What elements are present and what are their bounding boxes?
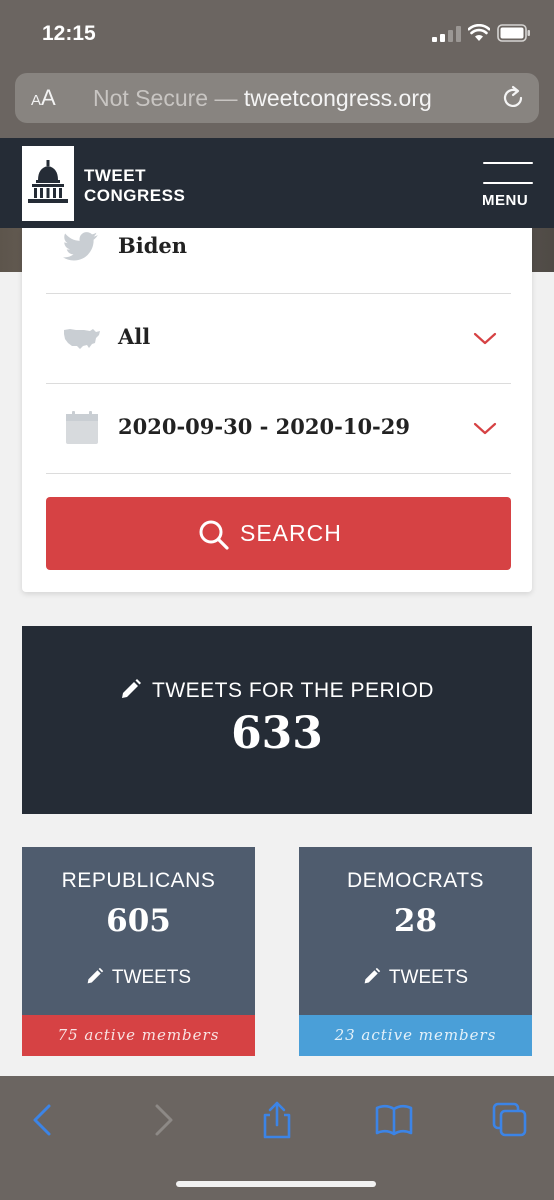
logo-line-1: TWEET (84, 166, 146, 185)
total-tweets-panel: TWEETS FOR THE PERIOD 633 (22, 626, 532, 814)
party-tweets-label: TWEETS (22, 967, 255, 989)
party-name: DEMOCRATS (346, 869, 485, 892)
chevron-down-icon (473, 422, 497, 435)
forward-icon[interactable] (142, 1100, 182, 1140)
keyword-row[interactable]: Biden (46, 228, 511, 294)
back-icon[interactable] (24, 1100, 64, 1140)
region-value: All (118, 324, 151, 349)
capitol-logo[interactable] (22, 146, 74, 221)
party-tweet-count: 605 (106, 903, 171, 939)
total-tweets-label: TWEETS FOR THE PERIOD (152, 679, 434, 702)
cellular-signal-icon (432, 26, 461, 42)
search-button[interactable]: SEARCH (46, 497, 511, 570)
reload-icon[interactable] (500, 85, 526, 111)
address-bar[interactable]: AA Not Secure — tweetcongress.org (15, 73, 539, 123)
tweets-label-text: TWEETS (388, 967, 469, 988)
search-card: Biden All 2020-09-30 - 2020-10-29 SEARCH (22, 228, 532, 592)
text-size-button[interactable]: AA (31, 85, 56, 111)
party-tweets-label: TWEETS (299, 967, 532, 989)
share-icon[interactable] (257, 1100, 297, 1140)
search-icon (199, 520, 229, 550)
pencil-icon (364, 967, 381, 984)
pencil-icon (122, 679, 142, 698)
chevron-down-icon (473, 332, 497, 345)
url-separator: — (208, 85, 244, 111)
pencil-icon (87, 967, 104, 984)
site-logo-text[interactable]: TWEET CONGRESS (84, 166, 185, 206)
menu-bar-top (483, 162, 533, 164)
twitter-bird-icon (62, 232, 98, 261)
logo-line-2: CONGRESS (84, 186, 186, 205)
site-header: TWEET CONGRESS MENU (0, 138, 554, 228)
region-select[interactable]: All (46, 294, 511, 384)
active-members-bar: 75 active members (22, 1015, 255, 1056)
party-tweet-count: 28 (393, 903, 438, 939)
wifi-icon (468, 24, 490, 41)
page-content: Biden All 2020-09-30 - 2020-10-29 SEARCH… (0, 228, 554, 1076)
keyword-value: Biden (118, 233, 188, 258)
calendar-icon (66, 411, 98, 444)
status-bar: 12:15 (0, 0, 554, 66)
status-time: 12:15 (42, 22, 96, 45)
url-domain: tweetcongress.org (243, 85, 432, 111)
home-indicator[interactable] (176, 1181, 376, 1187)
democrats-panel[interactable]: DEMOCRATS 28 TWEETS 23 active members (299, 847, 532, 1056)
search-label: SEARCH (240, 520, 342, 546)
menu-label: MENU (482, 192, 529, 209)
battery-icon (497, 24, 530, 42)
url-security-label: Not Secure (93, 85, 209, 111)
menu-button[interactable]: MENU (480, 162, 534, 212)
party-name: REPUBLICANS (61, 869, 216, 892)
republicans-panel[interactable]: REPUBLICANS 605 TWEETS 75 active members (22, 847, 255, 1056)
date-range-select[interactable]: 2020-09-30 - 2020-10-29 (46, 384, 511, 474)
active-members-bar: 23 active members (299, 1015, 532, 1056)
us-map-icon (64, 329, 100, 349)
bookmarks-icon[interactable] (374, 1100, 414, 1140)
total-tweets-count: 633 (231, 708, 323, 759)
date-range-value: 2020-09-30 - 2020-10-29 (118, 414, 410, 439)
menu-bar-bottom (483, 182, 533, 184)
capitol-icon (28, 160, 68, 203)
total-tweets-header: TWEETS FOR THE PERIOD (22, 678, 532, 703)
tabs-icon[interactable] (490, 1100, 530, 1140)
tweets-label-text: TWEETS (111, 967, 192, 988)
url-text[interactable]: Not Secure — tweetcongress.org (93, 85, 432, 112)
